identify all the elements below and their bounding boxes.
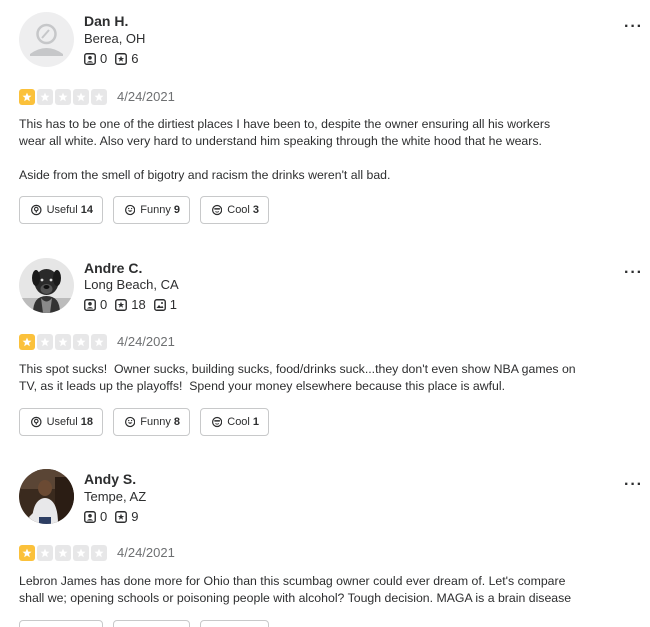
cool-button[interactable] (200, 620, 269, 627)
vote-buttons (19, 620, 279, 627)
more-options-icon[interactable]: ··· (624, 265, 643, 281)
avatar[interactable] (19, 258, 74, 313)
useful-count: 14 (80, 204, 93, 216)
review-text: This spot sucks! Owner sucks, building s… (19, 361, 579, 395)
reviews-page: Dan H. Berea, OH 0 6 ··· 4/24/2021 This … (0, 0, 650, 627)
funny-face-icon (125, 204, 136, 216)
star-empty-icon (73, 89, 89, 105)
friends-count: 0 (100, 509, 108, 524)
avatar[interactable] (19, 12, 74, 67)
reviews-stat: 18 (115, 297, 146, 313)
review-paragraph: Lebron James has done more for Ohio than… (19, 574, 572, 605)
cool-count: 1 (252, 416, 259, 428)
funny-count: 8 (173, 416, 180, 428)
photos-count: 1 (169, 297, 177, 312)
star-filled-icon (19, 545, 35, 561)
star-empty-icon (37, 545, 53, 561)
photo-icon (153, 299, 166, 311)
star-rating (19, 334, 109, 350)
reviews-count: 18 (131, 297, 146, 312)
cool-label: Cool (227, 416, 250, 428)
star-empty-icon (55, 89, 71, 105)
useful-label: Useful (46, 416, 78, 428)
vote-buttons: Useful 14 Funny 9 Cool 3 (19, 196, 279, 224)
cool-count: 3 (252, 204, 259, 216)
friends-stat: 0 (84, 509, 107, 525)
more-options-icon[interactable]: ··· (624, 19, 643, 35)
friends-icon (84, 511, 96, 523)
star-empty-icon (91, 545, 107, 561)
funny-button[interactable] (113, 620, 190, 627)
reviews-stat: 6 (115, 51, 138, 67)
lightbulb-icon (31, 204, 42, 216)
funny-label: Funny (140, 204, 171, 216)
user-location: Tempe, AZ (84, 489, 147, 504)
more-options-icon[interactable]: ··· (624, 477, 643, 493)
star-empty-icon (55, 545, 71, 561)
useful-button[interactable]: Useful 14 (19, 196, 103, 224)
review-date: 4/24/2021 (117, 334, 175, 349)
star-empty-icon (91, 334, 107, 350)
user-stats: 0 18 1 (84, 297, 185, 313)
user-name[interactable]: Andre C. (84, 260, 142, 276)
cool-button[interactable]: Cool 3 (200, 196, 269, 224)
review-date: 4/24/2021 (117, 545, 175, 560)
review-paragraph: This spot sucks! Owner sucks, building s… (19, 362, 579, 393)
cool-face-icon (212, 416, 223, 428)
star-filled-icon (19, 334, 35, 350)
useful-button[interactable]: Useful 18 (19, 408, 103, 436)
star-filled-icon (19, 89, 35, 105)
reviews-count: 9 (131, 509, 139, 524)
cool-label: Cool (227, 204, 250, 216)
star-badge-icon (115, 299, 128, 311)
friends-icon (84, 299, 96, 311)
useful-button[interactable] (19, 620, 103, 627)
friends-stat: 0 (84, 297, 107, 313)
user-stats: 0 9 (84, 509, 146, 525)
user-name[interactable]: Dan H. (84, 13, 128, 29)
vote-buttons: Useful 18 Funny 8 Cool 1 (19, 408, 279, 436)
friends-count: 0 (100, 297, 108, 312)
avatar[interactable] (19, 469, 74, 524)
star-rating (19, 89, 109, 105)
star-empty-icon (55, 334, 71, 350)
cool-face-icon (212, 204, 223, 216)
star-badge-icon (115, 53, 128, 65)
star-empty-icon (73, 545, 89, 561)
user-name[interactable]: Andy S. (84, 471, 136, 487)
star-empty-icon (91, 89, 107, 105)
review-date: 4/24/2021 (117, 89, 175, 104)
star-empty-icon (37, 334, 53, 350)
useful-label: Useful (46, 204, 78, 216)
funny-face-icon (125, 416, 136, 428)
review-text: This has to be one of the dirtiest place… (19, 116, 579, 184)
reviews-count: 6 (131, 51, 139, 66)
user-location: Long Beach, CA (84, 277, 179, 292)
cool-button[interactable]: Cool 1 (200, 408, 269, 436)
funny-button[interactable]: Funny 9 (113, 196, 190, 224)
star-empty-icon (73, 334, 89, 350)
photos-stat: 1 (153, 297, 177, 313)
review-text: Lebron James has done more for Ohio than… (19, 573, 579, 607)
friends-icon (84, 53, 96, 65)
friends-stat: 0 (84, 51, 107, 67)
star-empty-icon (37, 89, 53, 105)
funny-button[interactable]: Funny 8 (113, 408, 190, 436)
star-rating (19, 545, 109, 561)
user-location: Berea, OH (84, 31, 146, 46)
lightbulb-icon (31, 416, 42, 428)
friends-count: 0 (100, 51, 108, 66)
funny-label: Funny (140, 416, 171, 428)
review-paragraph: This has to be one of the dirtiest place… (19, 117, 554, 148)
funny-count: 9 (173, 204, 180, 216)
useful-count: 18 (80, 416, 93, 428)
review-paragraph: Aside from the smell of bigotry and raci… (19, 168, 391, 182)
user-stats: 0 6 (84, 51, 146, 67)
star-badge-icon (115, 511, 128, 523)
reviews-stat: 9 (115, 509, 138, 525)
